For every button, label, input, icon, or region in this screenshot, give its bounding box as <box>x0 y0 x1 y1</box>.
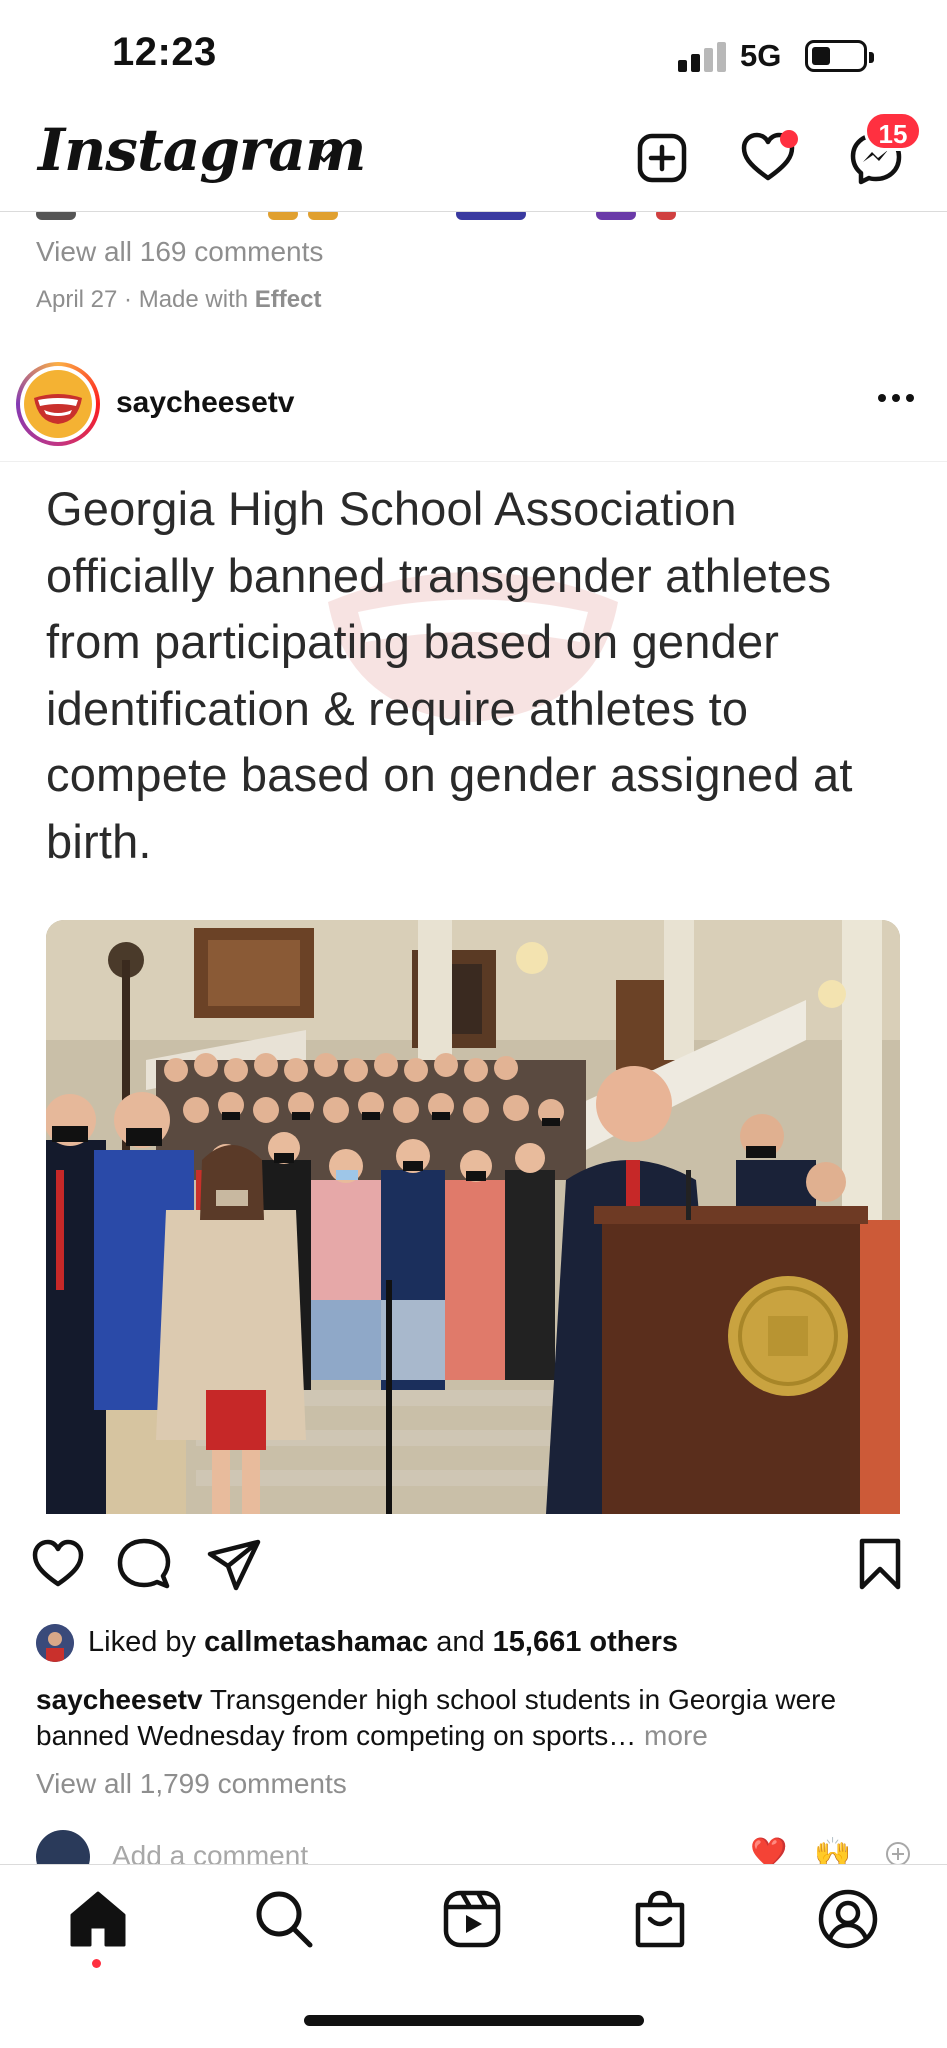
add-comment-input[interactable]: Add a comment <box>112 1840 308 1864</box>
bottom-nav <box>0 1864 947 2048</box>
caption-more-link[interactable]: more <box>636 1720 708 1751</box>
more-options-icon[interactable] <box>878 394 918 406</box>
post-media[interactable]: Georgia High School Association official… <box>0 462 947 1514</box>
post-header: saycheesetv <box>0 352 947 462</box>
add-emoji-icon[interactable] <box>884 1840 912 1864</box>
post-headline: Georgia High School Association official… <box>46 482 853 868</box>
home-indicator[interactable] <box>304 2015 644 2026</box>
caption-username[interactable]: saycheesetv <box>36 1684 203 1715</box>
liker-avatar <box>36 1624 74 1662</box>
status-bar: 12:23 5G <box>0 0 947 112</box>
messages-badge: 15 <box>864 111 922 151</box>
search-icon[interactable] <box>252 1887 316 1951</box>
profile-icon[interactable] <box>816 1887 880 1951</box>
post-actions <box>0 1514 947 1614</box>
post-photo <box>46 920 900 1514</box>
previous-view-comments-link[interactable]: View all 169 comments <box>36 236 323 268</box>
liker-username[interactable]: callmetashamac <box>204 1626 428 1658</box>
network-label: 5G <box>740 38 782 73</box>
save-icon[interactable] <box>852 1536 908 1592</box>
signal-icon <box>678 42 730 72</box>
effect-link[interactable]: Effect <box>255 286 322 313</box>
app-header: Instagram 15 <box>0 111 947 212</box>
quick-emoji-raised-hands[interactable]: 🙌 <box>814 1836 851 1864</box>
reels-icon[interactable] <box>440 1887 504 1951</box>
new-post-icon[interactable] <box>632 128 692 188</box>
likes-count[interactable]: 15,661 others <box>493 1626 678 1658</box>
comment-icon[interactable] <box>116 1536 172 1592</box>
story-ring[interactable] <box>16 362 100 446</box>
add-comment-row: Add a comment ❤️ 🙌 <box>0 1830 947 1864</box>
current-user-avatar <box>36 1830 90 1864</box>
previous-caption-fragment <box>36 212 696 222</box>
view-comments-link[interactable]: View all 1,799 comments <box>36 1768 347 1800</box>
like-icon[interactable] <box>30 1536 86 1592</box>
previous-post-date: April 27 · Made with Effect <box>36 286 322 313</box>
home-icon[interactable] <box>66 1887 130 1951</box>
quick-emoji-heart[interactable]: ❤️ <box>750 1836 787 1864</box>
status-time: 12:23 <box>112 30 217 74</box>
shop-icon[interactable] <box>628 1887 692 1951</box>
home-activity-dot <box>92 1959 101 1968</box>
chevron-down-icon[interactable] <box>310 142 338 170</box>
post-username[interactable]: saycheesetv <box>116 386 294 420</box>
avatar <box>24 370 92 438</box>
share-icon[interactable] <box>206 1536 262 1592</box>
post-caption: saycheesetv Transgender high school stud… <box>36 1682 916 1754</box>
battery-icon <box>805 40 874 72</box>
notification-dot <box>780 130 798 148</box>
